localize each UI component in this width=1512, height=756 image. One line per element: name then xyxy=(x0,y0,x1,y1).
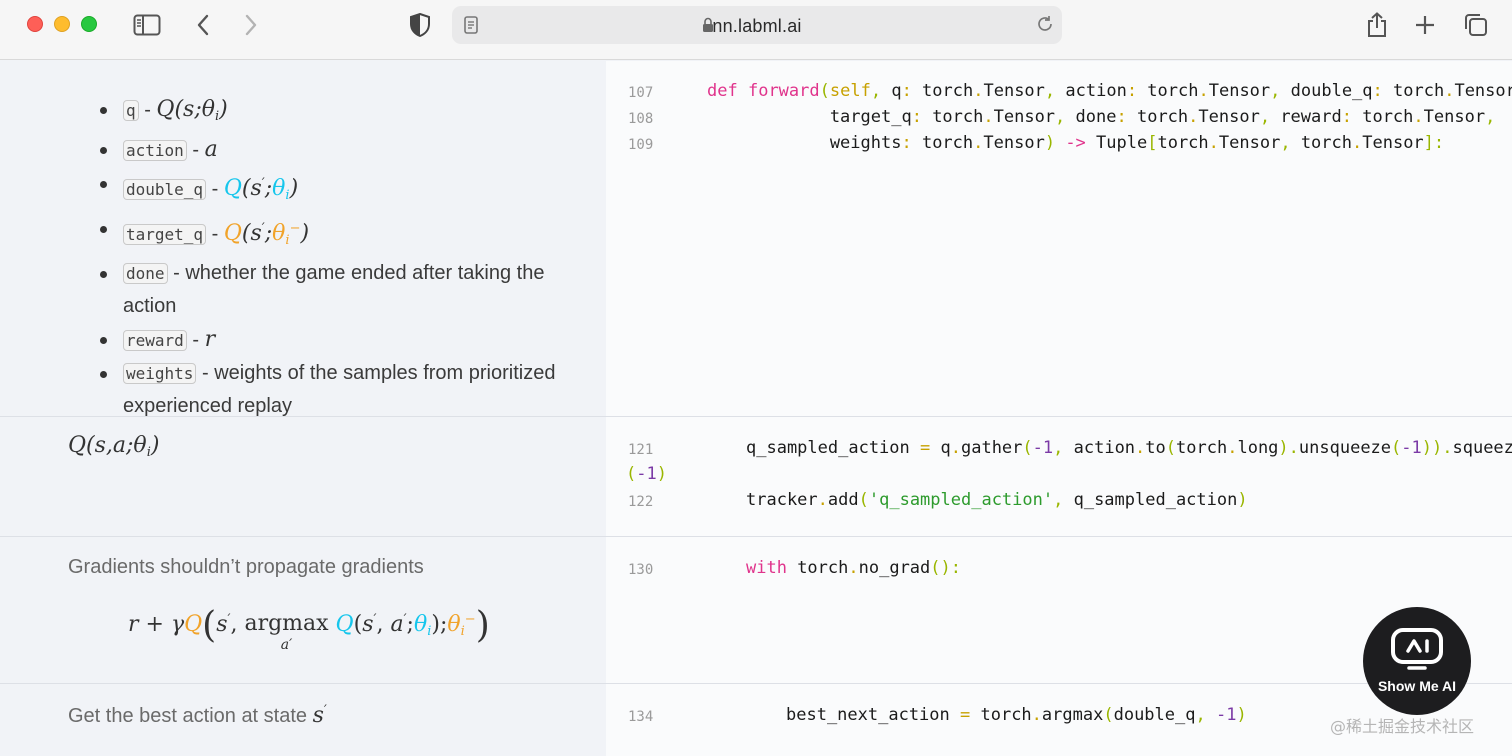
math-formula: Q(s′;θi−) xyxy=(223,221,310,248)
code-line: def forward(self, q: torch.Tensor, actio… xyxy=(707,81,1512,101)
zoom-window-button[interactable] xyxy=(81,16,97,32)
section-description: Gradients shouldn’t propagate gradients xyxy=(68,556,424,578)
watermark: @稀土掘金技术社区 xyxy=(1330,717,1475,736)
math-formula: a xyxy=(204,137,218,162)
line-number: 121 xyxy=(628,442,654,458)
section-best-next-action: Get the best action at state s′ 134 best… xyxy=(0,684,1512,756)
list-item: reward - r xyxy=(100,323,570,357)
code-line: (-1) xyxy=(626,464,667,484)
doc-column: Gradients shouldn’t propagate gradients … xyxy=(0,537,606,683)
sidebar-icon[interactable] xyxy=(132,10,162,40)
code-line: tracker.add('q_sampled_action', q_sample… xyxy=(746,490,1248,510)
line-number: 122 xyxy=(628,494,654,510)
parameter-list: q - Q(s;θi) action - a double_q - Q(s′;θ… xyxy=(100,93,570,423)
section-q-sampled-action: Q(s,a;θi) 121 122 q_sampled_action = q.g… xyxy=(0,417,1512,537)
list-item: double_q - Q(s′;θi) xyxy=(100,167,570,212)
inline-code: q xyxy=(123,100,139,121)
reload-icon[interactable] xyxy=(1036,15,1054,38)
browser-toolbar: nn.labml.ai xyxy=(0,0,1512,60)
inline-code: double_q xyxy=(123,179,207,200)
line-number: 134 xyxy=(628,709,654,725)
line-number: 107 xyxy=(628,85,654,101)
code-line: target_q: torch.Tensor, done: torch.Tens… xyxy=(707,107,1496,127)
code-column: 107 108 109 def forward(self, q: torch.T… xyxy=(606,61,1512,416)
doc-column: Get the best action at state s′ xyxy=(0,684,606,756)
math-formula: Q(s,a;θi) xyxy=(68,433,160,460)
line-number: 109 xyxy=(628,137,654,153)
address-bar[interactable]: nn.labml.ai xyxy=(452,6,1062,44)
new-tab-icon[interactable] xyxy=(1410,10,1440,40)
math-formula: s′ xyxy=(312,703,327,728)
code-line: with torch.no_grad(): xyxy=(746,558,961,578)
minimize-window-button[interactable] xyxy=(54,16,70,32)
show-me-ai-button[interactable]: Show Me AI xyxy=(1363,607,1471,715)
math-formula: r + γQ(s′, argmax a′ Q(s′, a′;θi);θi−) xyxy=(128,605,490,653)
math-formula: r xyxy=(204,327,216,352)
code-line: best_next_action = torch.argmax(double_q… xyxy=(786,705,1247,725)
list-item: target_q - Q(s′;θi−) xyxy=(100,212,570,257)
inline-code: action xyxy=(123,140,187,161)
inline-code: weights xyxy=(123,363,197,384)
inline-code: done xyxy=(123,263,168,284)
page-content: q - Q(s;θi) action - a double_q - Q(s′;θ… xyxy=(0,61,1512,756)
code-column: 121 122 q_sampled_action = q.gather(-1, … xyxy=(606,417,1512,536)
inline-code: reward xyxy=(123,330,187,351)
doc-column: q - Q(s;θi) action - a double_q - Q(s′;θ… xyxy=(0,61,606,417)
shield-icon[interactable] xyxy=(405,10,435,40)
back-icon[interactable] xyxy=(188,10,218,40)
close-window-button[interactable] xyxy=(27,16,43,32)
show-me-ai-label: Show Me AI xyxy=(1377,678,1457,694)
inline-code: target_q xyxy=(123,224,207,245)
line-number: 130 xyxy=(628,562,654,578)
forward-icon[interactable] xyxy=(236,10,266,40)
code-line: q_sampled_action = q.gather(-1, action.t… xyxy=(746,438,1512,458)
list-item: weights - weights of the samples from pr… xyxy=(100,357,570,423)
robot-icon xyxy=(1391,628,1443,670)
section-description: Get the best action at state s′ xyxy=(68,703,327,728)
section-forward-signature: q - Q(s;θi) action - a double_q - Q(s′;θ… xyxy=(0,61,1512,417)
math-formula: Q(s′;θi) xyxy=(223,176,299,203)
list-item: q - Q(s;θi) xyxy=(100,93,570,133)
tabs-icon[interactable] xyxy=(1461,10,1491,40)
line-number: 108 xyxy=(628,111,654,127)
list-item: action - a xyxy=(100,133,570,167)
code-line: weights: torch.Tensor) -> Tuple[torch.Te… xyxy=(707,133,1445,153)
list-item: done - whether the game ended after taki… xyxy=(100,257,570,323)
math-formula: Q(s;θi) xyxy=(156,97,228,124)
url-text: nn.labml.ai xyxy=(712,16,802,36)
share-icon[interactable] xyxy=(1362,10,1392,40)
section-no-grad: Gradients shouldn’t propagate gradients … xyxy=(0,537,1512,684)
doc-column: Q(s,a;θi) xyxy=(0,417,606,536)
